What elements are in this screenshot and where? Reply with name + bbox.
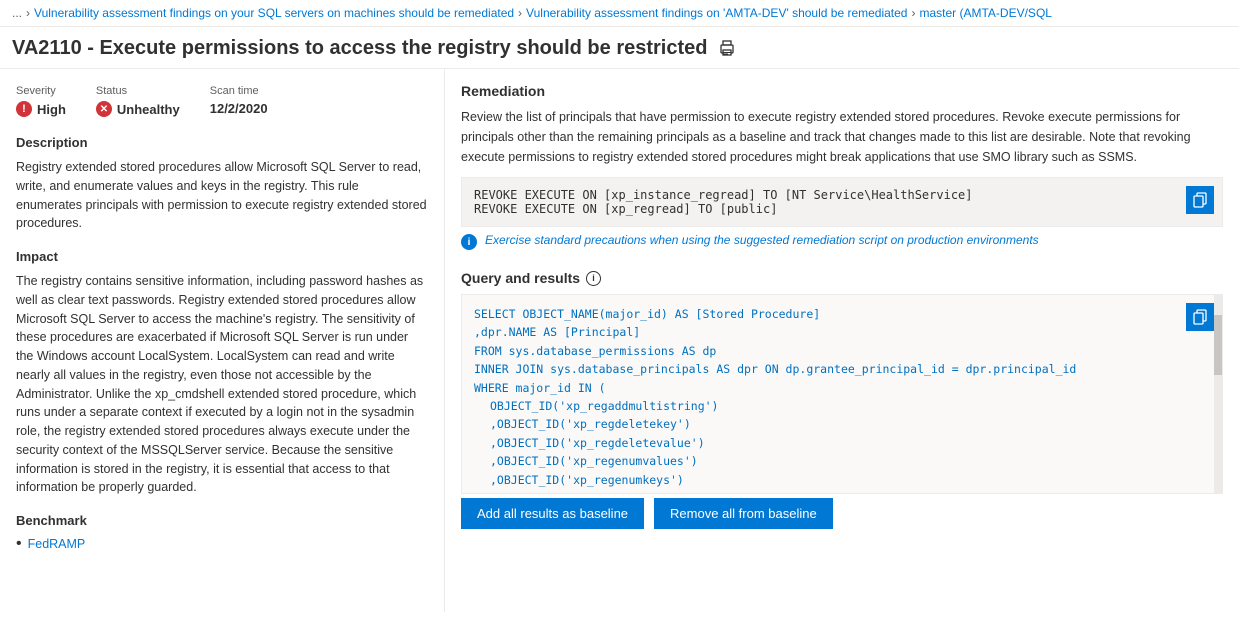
benchmark-section: Benchmark • FedRAMP	[16, 513, 428, 552]
scan-time-text: 12/2/2020	[210, 101, 268, 116]
query-line-6: OBJECT_ID('xp_regaddmultistring')	[474, 397, 1190, 415]
left-panel: Severity ! High Status ✕ Unhealthy Scan …	[0, 69, 445, 612]
severity-text: High	[37, 102, 66, 117]
breadcrumb-dots: ...	[12, 6, 22, 20]
query-code: SELECT OBJECT_NAME(major_id) AS [Stored …	[474, 305, 1210, 494]
severity-icon: !	[16, 101, 32, 117]
remediation-code-box: REVOKE EXECUTE ON [xp_instance_regread] …	[461, 177, 1223, 227]
remediation-code-line-2: REVOKE EXECUTE ON [xp_regread] TO [publi…	[474, 202, 1210, 216]
query-line-8: ,OBJECT_ID('xp_regdeletevalue')	[474, 434, 1190, 452]
benchmark-link[interactable]: FedRAMP	[28, 537, 86, 551]
remove-baseline-button[interactable]: Remove all from baseline	[654, 498, 833, 529]
impact-title: Impact	[16, 249, 428, 264]
impact-section: Impact The registry contains sensitive i…	[16, 249, 428, 497]
severity-value: ! High	[16, 101, 66, 117]
query-info-icon: i	[586, 271, 601, 286]
breadcrumb: ... › Vulnerability assessment findings …	[0, 0, 1239, 27]
query-line-1: SELECT OBJECT_NAME(major_id) AS [Stored …	[474, 305, 1190, 323]
query-line-9: ,OBJECT_ID('xp_regenumvalues')	[474, 452, 1190, 470]
severity-item: Severity ! High	[16, 85, 96, 117]
main-layout: Severity ! High Status ✕ Unhealthy Scan …	[0, 69, 1239, 612]
benchmark-title: Benchmark	[16, 513, 428, 528]
status-label: Status	[96, 85, 180, 97]
description-section: Description Registry extended stored pro…	[16, 135, 428, 233]
breadcrumb-link-3[interactable]: master (AMTA-DEV/SQL	[919, 6, 1051, 20]
remediation-text: Review the list of principals that have …	[461, 107, 1223, 167]
status-item: Status ✕ Unhealthy	[96, 85, 210, 117]
benchmark-item[interactable]: • FedRAMP	[16, 536, 428, 552]
info-icon: i	[461, 234, 477, 250]
query-line-4: INNER JOIN sys.database_principals AS dp…	[474, 360, 1190, 378]
meta-row: Severity ! High Status ✕ Unhealthy Scan …	[16, 85, 428, 117]
query-title-text: Query and results	[461, 270, 580, 286]
remediation-title: Remediation	[461, 83, 1223, 99]
query-scrollbar[interactable]	[1214, 295, 1222, 493]
scan-time-value: 12/2/2020	[210, 101, 268, 116]
query-code-box: SELECT OBJECT_NAME(major_id) AS [Stored …	[461, 294, 1223, 494]
add-baseline-button[interactable]: Add all results as baseline	[461, 498, 644, 529]
severity-label: Severity	[16, 85, 66, 97]
status-icon: ✕	[96, 101, 112, 117]
scan-time-item: Scan time 12/2/2020	[210, 85, 298, 116]
remediation-section: Remediation Review the list of principal…	[461, 83, 1223, 256]
breadcrumb-link-2[interactable]: Vulnerability assessment findings on 'AM…	[526, 6, 907, 20]
remediation-code-line-1: REVOKE EXECUTE ON [xp_instance_regread] …	[474, 188, 1210, 202]
benchmark-bullet: •	[16, 536, 22, 552]
button-row: Add all results as baseline Remove all f…	[461, 498, 1223, 529]
description-title: Description	[16, 135, 428, 150]
status-text: Unhealthy	[117, 102, 180, 117]
scan-time-label: Scan time	[210, 85, 268, 97]
title-row: VA2110 - Execute permissions to access t…	[0, 27, 1239, 69]
breadcrumb-link-1[interactable]: Vulnerability assessment findings on you…	[34, 6, 514, 20]
page-title: VA2110 - Execute permissions to access t…	[12, 37, 707, 60]
query-line-5: WHERE major_id IN (	[474, 379, 1190, 397]
query-line-10: ,OBJECT_ID('xp_regenumkeys')	[474, 471, 1190, 489]
query-line-3: FROM sys.database_permissions AS dp	[474, 342, 1190, 360]
impact-body: The registry contains sensitive informat…	[16, 272, 428, 497]
copy-query-button[interactable]	[1186, 303, 1214, 331]
info-text: Exercise standard precautions when using…	[485, 233, 1039, 247]
query-line-2: ,dpr.NAME AS [Principal]	[474, 323, 1190, 341]
info-banner: i Exercise standard precautions when usi…	[461, 233, 1223, 250]
copy-remediation-button[interactable]	[1186, 186, 1214, 214]
query-title: Query and results i	[461, 270, 1223, 286]
query-scrollbar-thumb	[1214, 315, 1222, 375]
query-line-7: ,OBJECT_ID('xp_regdeletekey')	[474, 415, 1190, 433]
description-body: Registry extended stored procedures allo…	[16, 158, 428, 233]
query-line-11: ,OBJECT_ID('xp_regread')	[474, 489, 1190, 494]
status-value: ✕ Unhealthy	[96, 101, 180, 117]
right-panel: Remediation Review the list of principal…	[445, 69, 1239, 612]
query-section: Query and results i SELECT OBJECT_NAME(m…	[461, 270, 1223, 529]
print-icon[interactable]	[717, 39, 737, 59]
